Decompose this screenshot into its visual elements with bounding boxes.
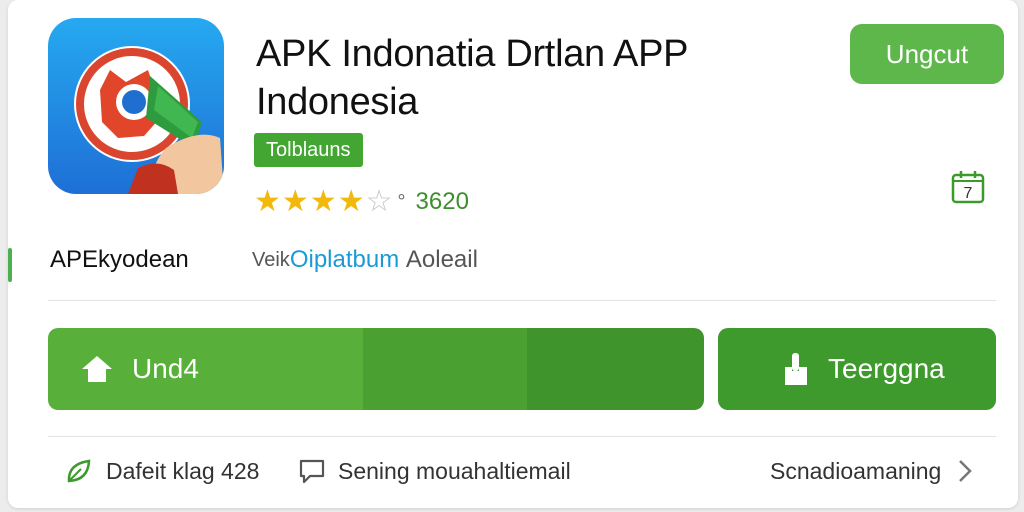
footer-item-label: Dafeit klag 428 bbox=[106, 457, 260, 484]
rating-separator: ° bbox=[397, 190, 406, 213]
rating-count: 3620 bbox=[415, 188, 469, 215]
platform-link[interactable]: Oiplatbum bbox=[290, 246, 399, 274]
app-logo-icon[interactable] bbox=[48, 18, 224, 194]
calendar-icon[interactable]: 7 bbox=[950, 170, 986, 204]
footer-chat-item[interactable]: Sening mouahaltiemail bbox=[298, 454, 571, 488]
footer-info-item[interactable]: Dafeit klag 428 bbox=[64, 454, 259, 488]
developer-name[interactable]: APEkyodean bbox=[50, 246, 189, 274]
install-label: Und4 bbox=[132, 353, 199, 384]
platform-suffix: Aoleail bbox=[405, 246, 478, 273]
secondary-label: Teerggna bbox=[828, 353, 945, 384]
home-upload-icon bbox=[82, 356, 112, 382]
top-action-button[interactable]: Ungcut bbox=[850, 24, 1004, 84]
leaf-icon bbox=[67, 459, 91, 483]
rating-row: ★ ★ ★ ★ ☆ ° 3620 bbox=[254, 186, 469, 218]
divider bbox=[48, 300, 996, 301]
calendar-badge: 7 bbox=[964, 185, 973, 202]
platform-info: Veik Oiplatbum Aoleail bbox=[252, 246, 478, 274]
chat-bubble-icon bbox=[299, 459, 325, 484]
star-icon: ★ bbox=[281, 185, 309, 218]
star-icon: ★ bbox=[309, 185, 337, 218]
star-empty-icon: ☆ bbox=[365, 185, 393, 218]
footer-item-label: Sening mouahaltiemail bbox=[338, 457, 571, 484]
app-title: APK Indonatia Drtlan APP Indonesia bbox=[256, 33, 688, 123]
star-icon: ★ bbox=[337, 185, 365, 218]
app-listing-card: APK Indonatia Drtlan APP Indonesia Tolbl… bbox=[8, 0, 1018, 508]
platform-prefix: Veik bbox=[252, 248, 290, 271]
secondary-action-button[interactable]: Teerggna bbox=[718, 328, 996, 410]
footer-more-link[interactable]: Scnadioamaning bbox=[770, 454, 973, 488]
edge-indicator bbox=[8, 248, 12, 282]
hand-touch-icon bbox=[785, 353, 807, 385]
star-icon: ★ bbox=[254, 185, 281, 218]
chevron-right-icon bbox=[959, 460, 973, 482]
footer-item-label: Scnadioamaning bbox=[770, 457, 942, 484]
divider bbox=[48, 436, 996, 437]
install-button[interactable]: Und4 bbox=[48, 328, 704, 410]
category-badge[interactable]: Tolblauns bbox=[254, 133, 363, 167]
